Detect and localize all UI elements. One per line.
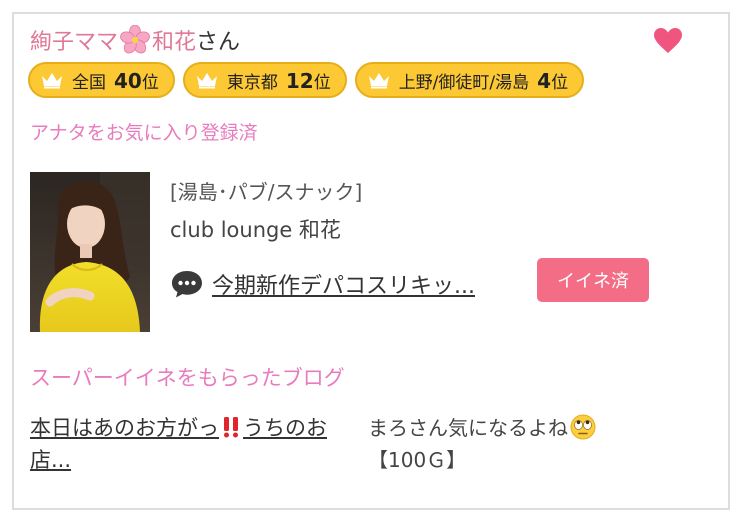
- super-iine-comment: まろさん気になるよね 【100Ｇ】: [368, 412, 668, 476]
- super-iine-blog-link[interactable]: 本日はあのお方がっ うちのお店...: [30, 412, 360, 476]
- ranking-badges: 全国 40位 東京都 12位 上野/御徒町/湯島 4位: [28, 62, 585, 98]
- name-suffix: さん: [196, 30, 241, 55]
- favorite-status-label: アナタをお気に入り登録済: [30, 122, 258, 144]
- rank-unit: 位: [313, 72, 331, 93]
- shop-name[interactable]: club lounge 和花: [170, 214, 341, 244]
- cast-name-part2: 和花: [152, 30, 197, 55]
- rank-badge-local-area[interactable]: 上野/御徒町/湯島 4位: [354, 62, 585, 98]
- cast-photo[interactable]: [30, 172, 150, 332]
- speech-bubble-icon: [172, 271, 202, 298]
- points-value: 【100Ｇ】: [368, 448, 467, 472]
- crown-icon: [368, 73, 389, 89]
- blog-title-part1: 本日はあのお方がっ: [30, 416, 219, 440]
- rank-badge-national[interactable]: 全国 40位: [28, 62, 175, 98]
- rank-unit: 位: [551, 72, 569, 93]
- super-iine-section-title: スーパーイイネをもらったブログ: [30, 366, 345, 390]
- crown-icon: [196, 73, 217, 89]
- latest-post-link[interactable]: 今期新作デパコスリキッ...: [212, 268, 475, 300]
- rank-area: 東京都: [226, 72, 278, 93]
- rank-number: 4: [537, 68, 552, 93]
- rank-unit: 位: [141, 72, 159, 93]
- crown-icon: [42, 73, 62, 89]
- comment-text: まろさん気になるよね: [368, 416, 568, 440]
- double-exclamation-icon: [224, 417, 238, 438]
- iine-done-button[interactable]: イイネ済: [537, 258, 649, 302]
- cherry-blossom-icon: [120, 25, 150, 54]
- rank-number: 12: [285, 68, 314, 93]
- rank-area: 全国: [72, 72, 106, 93]
- cast-name-header[interactable]: 絢子ママ 和花 さん: [30, 22, 240, 58]
- cast-name-part1: 絢子ママ: [30, 30, 119, 55]
- rank-badge-tokyo[interactable]: 東京都 12位: [182, 62, 347, 98]
- heart-icon[interactable]: [654, 28, 682, 54]
- rank-area: 上野/御徒町/湯島: [398, 72, 530, 93]
- rolling-eyes-emoji: [570, 414, 596, 440]
- rank-number: 40: [114, 68, 142, 93]
- latest-post-row: 今期新作デパコスリキッ...: [170, 268, 475, 300]
- shop-category: [湯島･パブ/スナック]: [170, 180, 363, 204]
